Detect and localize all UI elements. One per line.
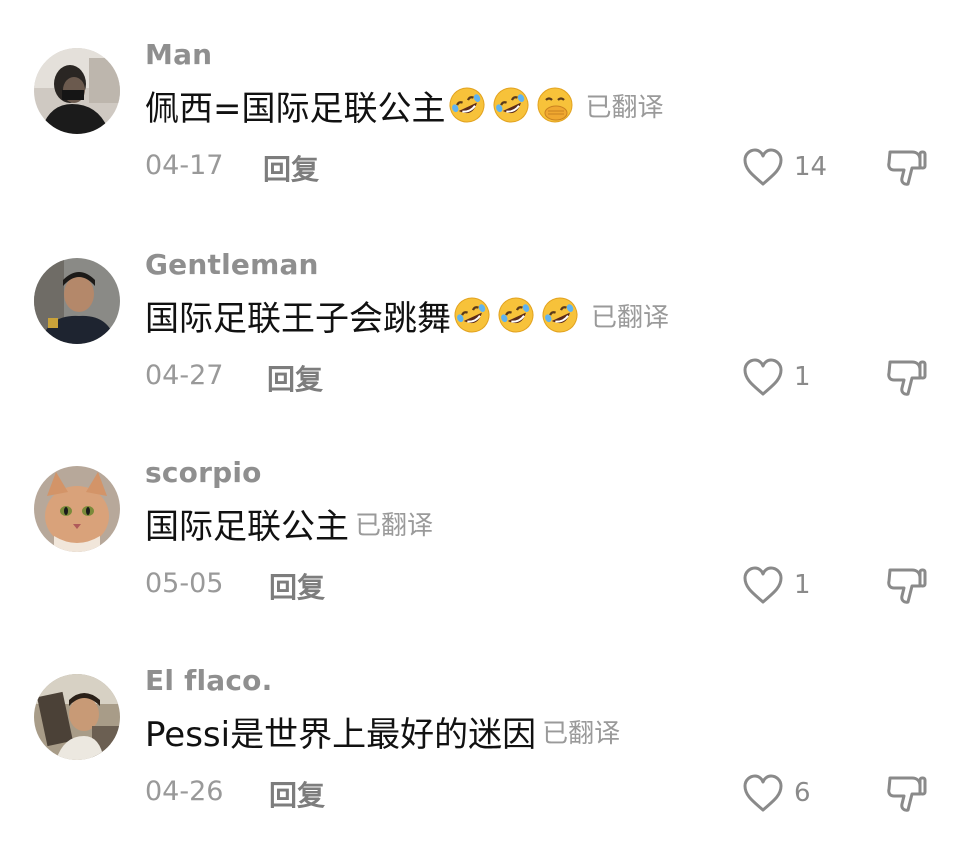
like-button[interactable]: 6 <box>742 771 811 815</box>
username[interactable]: scorpio <box>145 456 262 489</box>
translated-label: 已翻译 <box>355 510 434 541</box>
translated-label: 已翻译 <box>585 92 664 123</box>
like-count: 6 <box>794 778 811 808</box>
dislike-button[interactable] <box>884 564 928 608</box>
comment-date: 04-17 <box>145 150 224 181</box>
thumbs-down-icon <box>887 150 927 186</box>
thumbs-down-icon <box>887 568 927 604</box>
rofl-emoji-icon <box>498 297 534 333</box>
comment-text: 国际足联公主 <box>145 506 349 547</box>
comment-text: Pessi是世界上最好的迷因 <box>145 714 537 755</box>
heart-icon <box>743 566 783 604</box>
comment-text: 国际足联王子会跳舞 <box>145 298 451 339</box>
avatar[interactable] <box>34 48 120 134</box>
rofl-emoji-icon <box>493 87 528 123</box>
thumbs-down-icon <box>887 776 927 812</box>
hand-over-mouth-emoji-icon <box>537 87 572 123</box>
reply-button[interactable]: 回复 <box>269 774 325 814</box>
thumbs-down-icon <box>887 360 927 396</box>
rofl-emoji-icon <box>449 87 484 123</box>
comment-text-line: 佩西=国际足联公主 已翻译 <box>145 82 664 129</box>
comment-date: 04-26 <box>145 776 224 807</box>
comment-item: Man 佩西=国际足联公主 已翻译 04-17 回复 14 <box>0 0 960 200</box>
comment-text-line: Pessi是世界上最好的迷因 已翻译 <box>145 708 621 755</box>
comment-item: Gentleman 国际足联王子会跳舞 已翻译 04-27 回复 1 <box>0 210 960 410</box>
translated-label: 已翻译 <box>591 302 670 333</box>
comment-text: 佩西=国际足联公主 <box>145 88 446 129</box>
translated-label: 已翻译 <box>542 718 621 749</box>
emoji-group <box>448 86 580 124</box>
username[interactable]: Man <box>145 38 212 71</box>
like-count: 14 <box>794 152 828 182</box>
reply-button[interactable]: 回复 <box>263 148 319 188</box>
like-count: 1 <box>794 362 811 392</box>
heart-icon <box>743 774 783 812</box>
comment-text-line: 国际足联公主 已翻译 <box>145 500 434 547</box>
emoji-group <box>453 296 585 334</box>
avatar[interactable] <box>34 466 120 552</box>
comment-date: 04-27 <box>145 360 224 391</box>
comment-item: scorpio 国际足联公主 已翻译 05-05 回复 1 <box>0 418 960 618</box>
comment-item: El flaco. Pessi是世界上最好的迷因 已翻译 04-26 回复 6 <box>0 626 960 826</box>
heart-icon <box>743 358 783 396</box>
dislike-button[interactable] <box>884 356 928 400</box>
username[interactable]: El flaco. <box>145 664 272 697</box>
username[interactable]: Gentleman <box>145 248 319 281</box>
rofl-emoji-icon <box>542 297 578 333</box>
like-button[interactable]: 1 <box>742 563 811 607</box>
reply-button[interactable]: 回复 <box>269 566 325 606</box>
like-count: 1 <box>794 570 811 600</box>
heart-icon <box>743 148 783 186</box>
dislike-button[interactable] <box>884 146 928 190</box>
like-button[interactable]: 1 <box>742 355 811 399</box>
avatar[interactable] <box>34 258 120 344</box>
comment-date: 05-05 <box>145 568 224 599</box>
avatar[interactable] <box>34 674 120 760</box>
like-button[interactable]: 14 <box>742 145 827 189</box>
rofl-emoji-icon <box>454 297 490 333</box>
dislike-button[interactable] <box>884 772 928 816</box>
reply-button[interactable]: 回复 <box>267 358 323 398</box>
comment-text-line: 国际足联王子会跳舞 已翻译 <box>145 292 670 339</box>
